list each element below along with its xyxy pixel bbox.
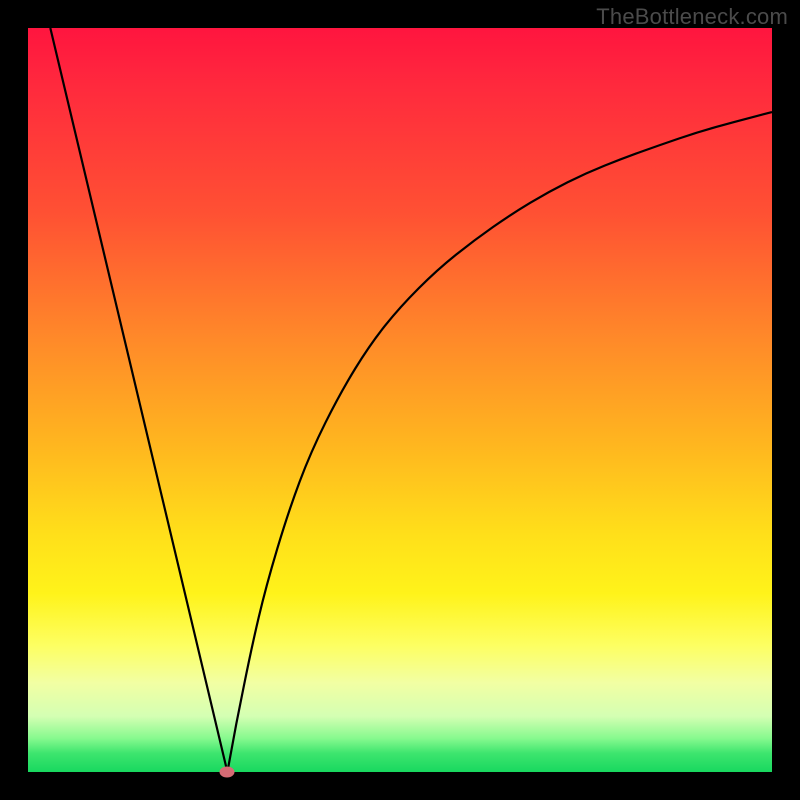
minimum-marker: [220, 767, 235, 778]
bottleneck-curve-svg: [28, 28, 772, 772]
curve-path: [50, 28, 772, 772]
chart-plot-area: [28, 28, 772, 772]
watermark-text: TheBottleneck.com: [596, 4, 788, 30]
outer-frame: TheBottleneck.com: [0, 0, 800, 800]
